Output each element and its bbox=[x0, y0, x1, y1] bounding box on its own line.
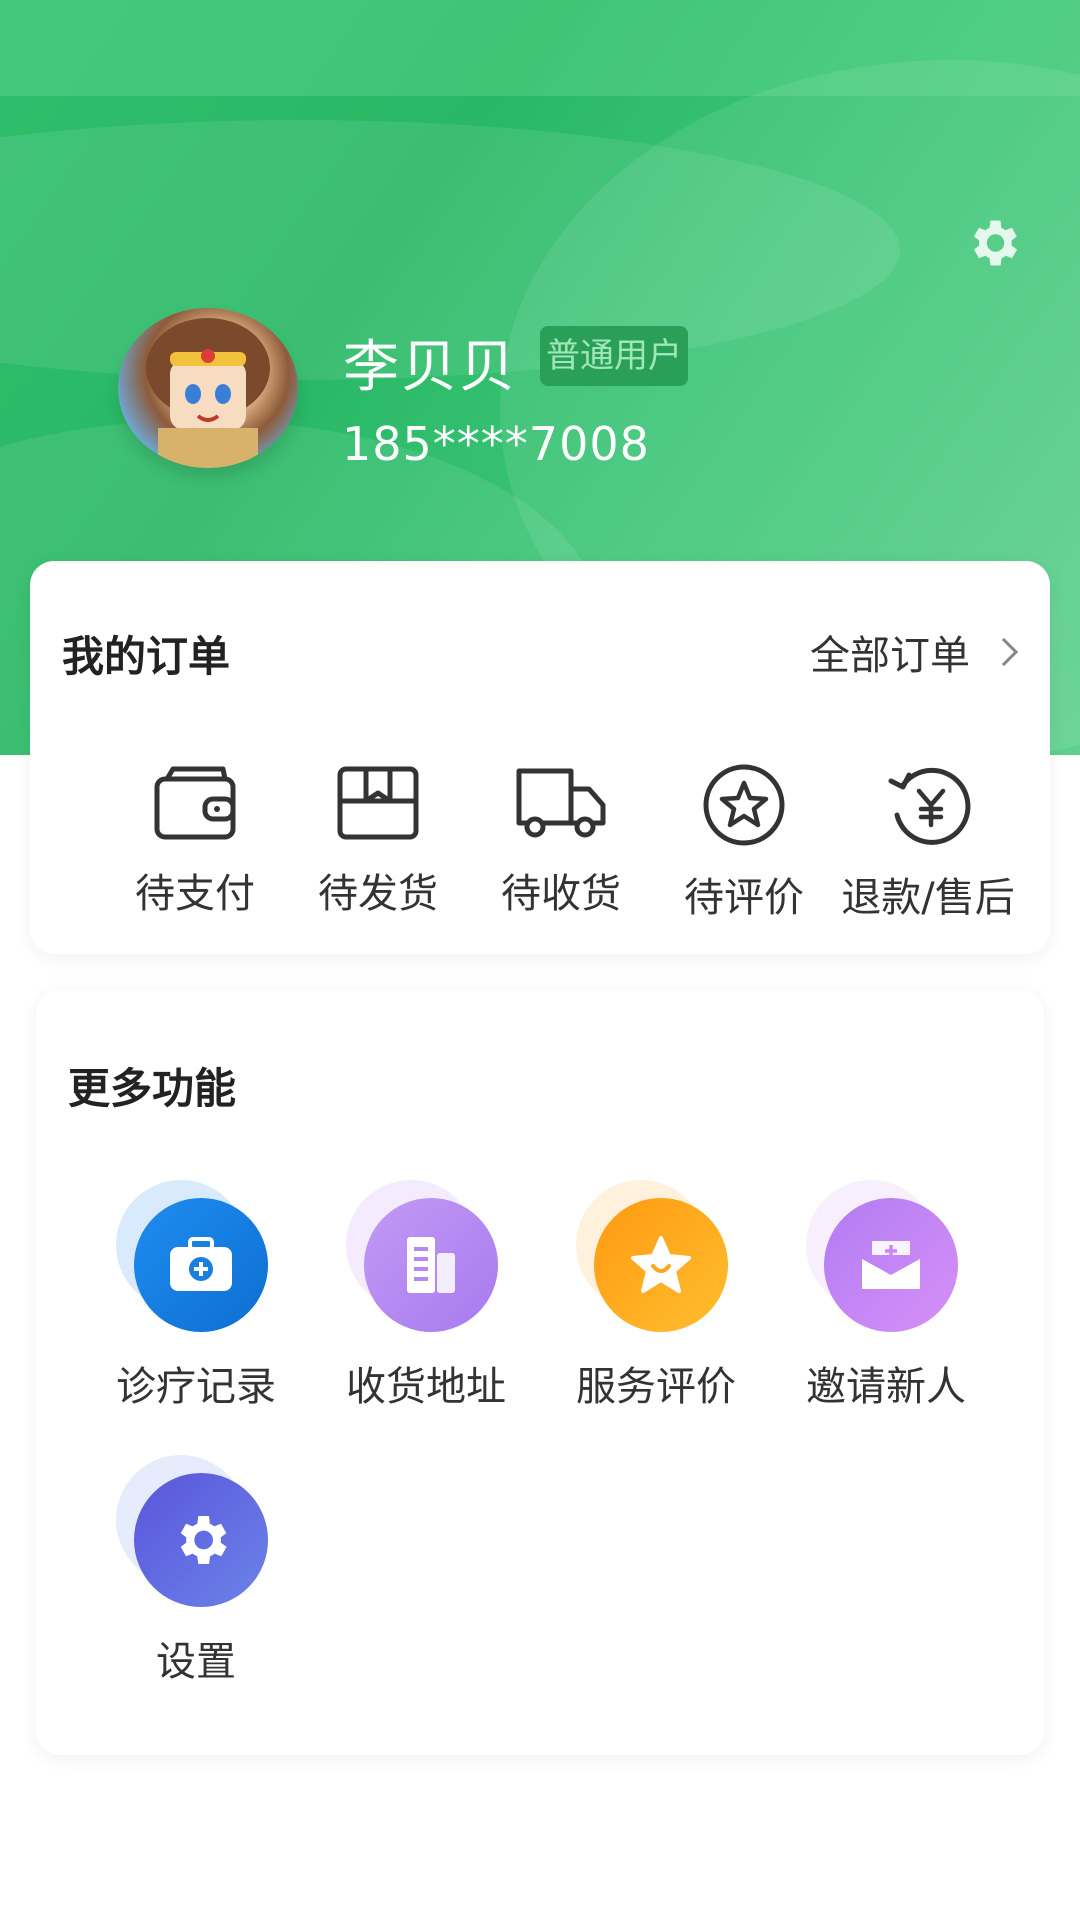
user-level-badge: 普通用户 bbox=[540, 326, 688, 386]
feature-label: 设置 bbox=[156, 1639, 236, 1685]
order-pending-receipt[interactable]: 待收货 bbox=[471, 763, 651, 923]
order-item-label: 待评价 bbox=[684, 875, 804, 921]
chevron-right-icon bbox=[989, 637, 1019, 667]
orders-title: 我的订单 bbox=[62, 632, 231, 681]
order-item-label: 待发货 bbox=[318, 871, 438, 917]
envelope-plus-icon bbox=[824, 1198, 958, 1332]
order-refund-aftersale[interactable]: 退款/售后 bbox=[838, 763, 1018, 923]
order-item-label: 退款/售后 bbox=[841, 875, 1015, 921]
package-icon bbox=[337, 766, 419, 840]
feature-label: 服务评价 bbox=[576, 1364, 736, 1410]
feature-shipping-address[interactable]: 收货地址 bbox=[326, 1180, 526, 1412]
feature-label: 诊疗记录 bbox=[116, 1364, 276, 1410]
feature-medical-records[interactable]: 诊疗记录 bbox=[96, 1180, 296, 1412]
feature-invite-new[interactable]: 邀请新人 bbox=[786, 1180, 986, 1412]
user-phone: 185****7008 bbox=[342, 417, 650, 471]
order-pending-review[interactable]: 待评价 bbox=[654, 763, 834, 923]
order-pending-shipment[interactable]: 待发货 bbox=[288, 763, 468, 923]
all-orders-link[interactable]: 全部订单 bbox=[810, 623, 1020, 681]
order-item-label: 待支付 bbox=[135, 871, 255, 917]
user-avatar[interactable] bbox=[118, 308, 298, 468]
all-orders-label: 全部订单 bbox=[810, 633, 970, 679]
order-pending-payment[interactable]: 待支付 bbox=[105, 763, 285, 923]
my-orders-card: 我的订单 全部订单 待支付 待发货 待收货 待评价 退款/售后 bbox=[30, 561, 1050, 954]
more-functions-title: 更多功能 bbox=[68, 1064, 237, 1113]
gear-icon bbox=[134, 1473, 268, 1607]
settings-gear-icon[interactable] bbox=[963, 213, 1023, 273]
medical-kit-icon bbox=[134, 1198, 268, 1332]
feature-label: 收货地址 bbox=[346, 1364, 506, 1410]
feature-service-review[interactable]: 服务评价 bbox=[556, 1180, 756, 1412]
star-circle-icon bbox=[703, 764, 785, 846]
more-functions-card: 更多功能 诊疗记录 收货地址 服务评价 邀请新人 设置 bbox=[36, 990, 1044, 1755]
truck-icon bbox=[516, 768, 606, 838]
wallet-icon bbox=[154, 766, 236, 840]
user-name: 李贝贝 bbox=[343, 335, 517, 400]
building-icon bbox=[364, 1198, 498, 1332]
feature-settings[interactable]: 设置 bbox=[96, 1455, 296, 1687]
order-item-label: 待收货 bbox=[501, 871, 621, 917]
smiley-star-icon bbox=[594, 1198, 728, 1332]
refund-yen-icon bbox=[888, 767, 971, 845]
feature-label: 邀请新人 bbox=[806, 1364, 966, 1410]
